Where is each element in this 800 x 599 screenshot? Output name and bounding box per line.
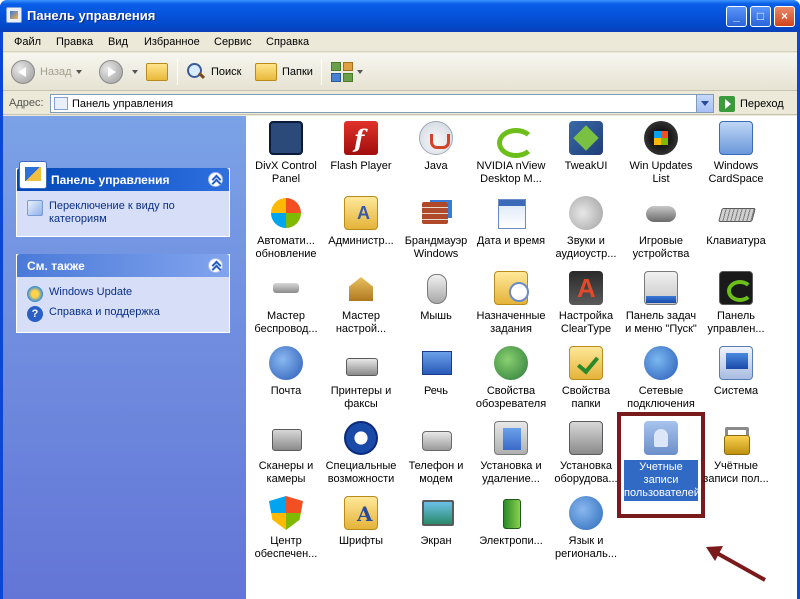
- back-button[interactable]: Назад: [11, 57, 82, 87]
- toolbar-separator: [177, 59, 178, 85]
- menu-file[interactable]: Файл: [14, 36, 41, 48]
- window-title: Панель управления: [27, 8, 156, 23]
- toolbar: Назад Поиск Папки: [3, 53, 797, 91]
- menu-favorites[interactable]: Избранное: [144, 36, 200, 48]
- control-panel-icon: [54, 97, 68, 110]
- window-body: Файл Правка Вид Избранное Сервис Справка…: [3, 32, 797, 599]
- folders-icon: [255, 63, 277, 81]
- control-panel-icon: [6, 7, 22, 23]
- views-button[interactable]: [331, 57, 363, 87]
- search-icon: [186, 62, 206, 82]
- minimize-button[interactable]: _: [726, 6, 747, 27]
- menu-view[interactable]: Вид: [108, 36, 128, 48]
- toolbar-separator: [321, 59, 322, 85]
- back-arrow-icon: [11, 60, 35, 84]
- menu-bar: Файл Правка Вид Избранное Сервис Справка: [3, 32, 797, 52]
- menu-edit[interactable]: Правка: [56, 36, 93, 48]
- menu-help[interactable]: Справка: [266, 36, 309, 48]
- go-button[interactable]: Переход: [719, 94, 795, 113]
- go-arrow-icon: [719, 95, 735, 112]
- back-dropdown-icon: [75, 70, 82, 74]
- menu-tools[interactable]: Сервис: [214, 36, 252, 48]
- address-field[interactable]: Панель управления: [50, 94, 714, 113]
- annotation-layer: [706, 546, 766, 582]
- folders-button[interactable]: Папки: [255, 57, 313, 87]
- back-label: Назад: [40, 66, 72, 78]
- control-panel-window: Панель управления _ □ × Файл Правка Вид …: [0, 0, 800, 599]
- views-dropdown-icon: [357, 70, 363, 74]
- up-button[interactable]: [146, 57, 173, 87]
- forward-arrow-icon: [99, 60, 123, 84]
- forward-button[interactable]: [99, 57, 138, 87]
- up-folder-icon: [146, 63, 168, 81]
- address-bar: Адрес: Панель управления Переход: [3, 92, 797, 115]
- close-button[interactable]: ×: [774, 6, 795, 27]
- go-label: Переход: [740, 97, 784, 110]
- annotation-arrow-line: [714, 550, 766, 582]
- maximize-button[interactable]: □: [750, 6, 771, 27]
- address-label: Адрес:: [9, 97, 44, 109]
- forward-dropdown-icon: [132, 70, 138, 74]
- views-icon: [331, 62, 353, 82]
- folders-label: Папки: [282, 66, 313, 78]
- search-label: Поиск: [211, 66, 242, 78]
- content-area: Панель управления Переключение к виду по…: [3, 116, 797, 599]
- title-bar[interactable]: Панель управления _ □ ×: [0, 0, 800, 32]
- address-value: Панель управления: [72, 98, 174, 110]
- address-dropdown-icon[interactable]: [696, 95, 713, 112]
- search-button[interactable]: Поиск: [186, 57, 241, 87]
